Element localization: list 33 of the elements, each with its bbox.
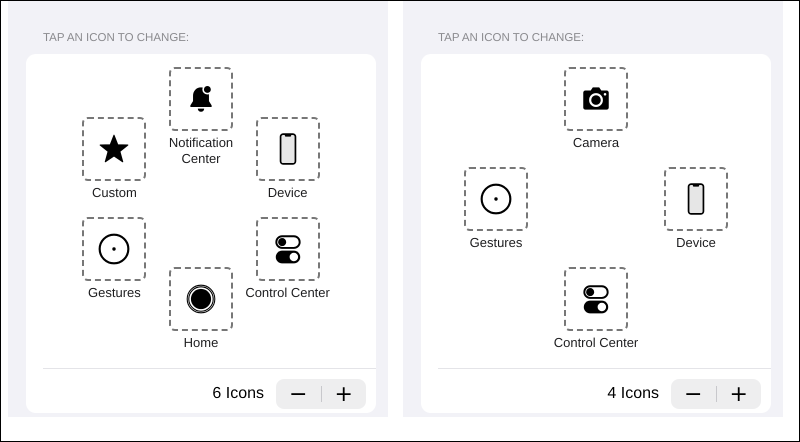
icon-slot[interactable] (564, 267, 628, 331)
icon-count: 6 Icons (212, 385, 264, 404)
increment-button[interactable]: + (322, 379, 366, 410)
increment-button[interactable]: + (716, 379, 761, 410)
icon-slot[interactable] (256, 117, 320, 181)
icon-label: Gestures (468, 235, 524, 251)
stepper[interactable]: − + (671, 379, 761, 410)
icon-slot[interactable] (169, 267, 233, 331)
icon-label: Device (266, 185, 308, 201)
decrement-button[interactable]: − (276, 379, 320, 410)
icon-label: Control Center (552, 335, 640, 351)
icon-count: 4 Icons (607, 385, 659, 404)
section-header: TAP AN ICON TO CHANGE: (437, 32, 586, 46)
icon-slot[interactable] (664, 167, 728, 231)
icon-label: Control Center (244, 285, 331, 301)
icon-label: Notification Center (168, 135, 234, 167)
icon-label: Home (182, 335, 220, 351)
icon-label: Gestures (87, 285, 142, 301)
icon-slot[interactable] (464, 167, 528, 231)
home-button-icon (184, 282, 218, 316)
icon-slot[interactable] (169, 67, 233, 131)
stepper[interactable]: − + (276, 379, 366, 410)
icon-label: Device (675, 235, 717, 251)
circle-dot-icon (479, 182, 513, 216)
icon-slot[interactable] (82, 217, 146, 281)
icon-label: Camera (572, 135, 620, 151)
icon-slot[interactable] (256, 217, 320, 281)
icon-slot[interactable] (82, 117, 146, 181)
decrement-button[interactable]: − (671, 379, 716, 410)
circle-dot-icon (97, 232, 132, 266)
icon-slot[interactable] (564, 67, 628, 131)
icon-label: Custom (90, 185, 138, 201)
section-header: TAP AN ICON TO CHANGE: (42, 32, 190, 46)
